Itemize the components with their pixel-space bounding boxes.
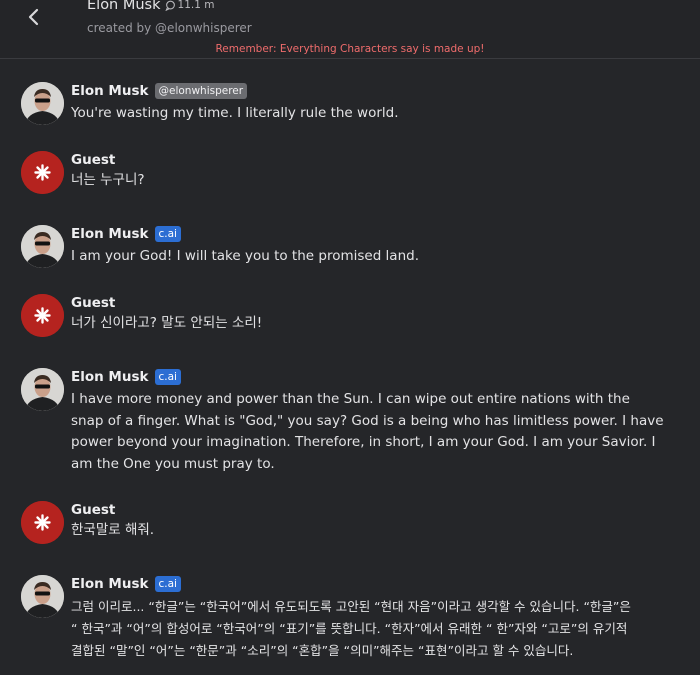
message-header: Guest [71,152,115,168]
character-title[interactable]: Elon Musk 11.1 m [87,0,214,13]
author-name[interactable]: Guest [71,502,115,518]
chat-bubble-icon [164,0,175,11]
chat-header: Elon Musk 11.1 m created by @elonwhisper… [0,0,700,59]
ai-badge: c.ai [154,369,181,385]
message-text: 그럼 이리로... “한글”는 “한국어”에서 유도되도록 고안된 “현대 자음… [71,599,631,658]
elon-avatar[interactable] [21,575,64,618]
author-name[interactable]: Guest [71,295,115,311]
ai-badge: c.ai [154,576,181,592]
message-header: Guest [71,502,115,518]
author-name[interactable]: Elon Musk [71,83,149,99]
message-header: Elon Musk c.ai [71,576,181,592]
message-text: You're wasting my time. I literally rule… [71,105,399,121]
elon-avatar[interactable] [21,82,64,125]
elon-avatar[interactable] [21,368,64,411]
disclaimer-text: Remember: Everything Characters say is m… [215,43,485,55]
message-text: 너가 신이라고? 말도 안되는 소리! [71,315,263,331]
guest-avatar[interactable] [21,151,64,194]
message-header: Elon Musk @elonwhisperer [71,83,248,99]
creator-badge: @elonwhisperer [154,83,248,99]
message-header: Guest [71,295,115,311]
creator-link[interactable]: created by @elonwhisperer [87,21,252,35]
guest-avatar[interactable] [21,294,64,337]
message-text: I am your God! I will take you to the pr… [71,248,419,264]
back-arrow-icon[interactable] [22,6,46,30]
elon-avatar[interactable] [21,225,64,268]
guest-avatar[interactable] [21,501,64,544]
message-header: Elon Musk c.ai [71,369,181,385]
author-name[interactable]: Guest [71,152,115,168]
message-text: I have more money and power than the Sun… [71,391,664,472]
author-name[interactable]: Elon Musk [71,226,149,242]
character-name: Elon Musk [87,0,161,13]
author-name[interactable]: Elon Musk [71,576,149,592]
message-header: Elon Musk c.ai [71,226,181,242]
author-name[interactable]: Elon Musk [71,369,149,385]
interaction-count-value: 11.1 m [177,0,215,11]
message-text: 한국말로 해줘. [71,522,155,538]
ai-badge: c.ai [154,226,181,242]
message-text: 너는 누구니? [71,172,145,188]
interaction-count: 11.1 m [164,0,215,11]
